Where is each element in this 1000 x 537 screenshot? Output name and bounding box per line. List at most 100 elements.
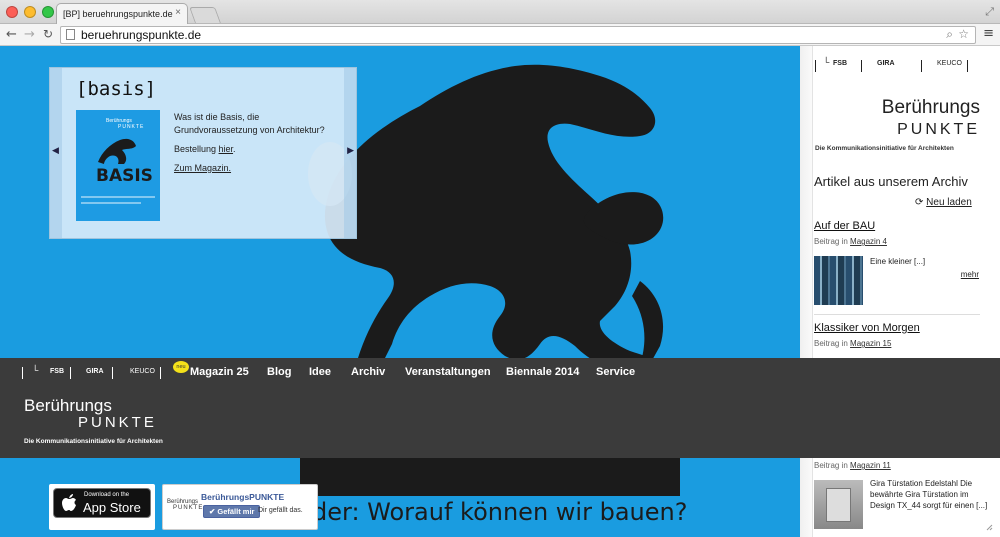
app-store-text: App Store: [83, 500, 141, 515]
order-link[interactable]: hier: [219, 144, 234, 154]
meta-prefix: Beitrag in: [814, 339, 851, 348]
fb-page-logo: Berührungs PUNKTE: [167, 499, 203, 511]
sidebar-logo-tagline: Die Kommunikationsinitiative für Archite…: [815, 145, 954, 152]
menu-icon[interactable]: ≡: [983, 26, 994, 41]
separator: [112, 367, 113, 379]
facebook-like-box: Berührungs PUNKTE BerührungsPUNKTE ✔ Gef…: [162, 484, 318, 530]
basis-description: Was ist die Basis, die Grundvoraussetzun…: [174, 111, 344, 181]
browser-toolbar: ← → ↻ beruehrungspunkte.de ⌕ ☆ ≡: [0, 24, 1000, 46]
nav-blog[interactable]: Blog: [267, 366, 291, 378]
refresh-icon[interactable]: ⟳: [915, 197, 923, 208]
separator: [22, 367, 23, 379]
browser-tab[interactable]: [BP] beruehrungspunkte.de ×: [56, 3, 188, 25]
scroll-resize-icon[interactable]: [985, 510, 994, 532]
fsb-logo-mark: └: [823, 57, 830, 67]
address-bar[interactable]: beruehrungspunkte.de ⌕ ☆: [60, 26, 976, 44]
fullscreen-icon[interactable]: ⤢: [985, 5, 994, 19]
hero-subline: der: Worauf können wir bauen?: [312, 498, 688, 526]
article-meta: Beitrag in Magazin 11: [814, 461, 891, 470]
fb-you-like-text: Dir gefällt das.: [258, 507, 303, 514]
article-magazine-link[interactable]: Magazin 15: [850, 339, 891, 348]
sidebar-logo-line2[interactable]: PUNKTE: [897, 121, 980, 139]
fb-like-button[interactable]: ✔ Gefällt mir: [203, 505, 261, 518]
site-logo-tagline: Die Kommunikationsinitiative für Archite…: [24, 438, 163, 445]
separator: [815, 60, 816, 72]
basis-title: [basis]: [76, 78, 157, 100]
minimize-window-button[interactable]: [24, 6, 36, 18]
apple-icon: [62, 494, 76, 511]
archive-heading: Artikel aus unserem Archiv: [814, 174, 968, 189]
article-meta: Beitrag in Magazin 15: [814, 339, 891, 348]
to-magazine-link[interactable]: Zum Magazin.: [174, 163, 231, 173]
sidebar-partner-logos: └ FSB GIRA KEUCO: [813, 57, 1000, 72]
app-store-button[interactable]: Download on the App Store: [53, 488, 151, 518]
order-suffix: .: [233, 144, 236, 154]
forward-button[interactable]: →: [24, 27, 35, 42]
cover-line: [81, 202, 141, 204]
basis-teaser-card: ◀ ▶ [basis] Berührungs PUNKTE BASIS Was …: [49, 67, 357, 239]
carousel-next-icon[interactable]: ▶: [347, 146, 354, 156]
site-logo-line2[interactable]: PUNKTE: [78, 414, 157, 431]
carousel-prev-icon[interactable]: ◀: [52, 146, 59, 156]
close-window-button[interactable]: [6, 6, 18, 18]
gira-logo[interactable]: GIRA: [877, 60, 895, 67]
keuco-logo[interactable]: KEUCO: [937, 60, 962, 67]
separator: [160, 367, 161, 379]
article-magazine-link[interactable]: Magazin 11: [850, 461, 891, 470]
maximize-window-button[interactable]: [42, 6, 54, 18]
tab-title: [BP] beruehrungspunkte.de: [63, 9, 173, 19]
article-thumbnail[interactable]: [814, 480, 863, 529]
page-icon: [66, 29, 75, 40]
nav-biennale-2014[interactable]: Biennale 2014: [506, 366, 579, 378]
new-badge: neu: [173, 361, 189, 373]
divider: [814, 314, 980, 315]
article-excerpt: Eine kleiner [...]: [870, 257, 926, 266]
back-button[interactable]: ←: [6, 27, 17, 42]
app-store-small-text: Download on the: [84, 492, 130, 498]
separator: [861, 60, 862, 72]
reload-button[interactable]: ↻: [43, 27, 53, 41]
cover-lion-icon: [98, 138, 136, 164]
article-excerpt: Gira Türstation Edelstahl Die bewährte G…: [870, 479, 988, 510]
separator: [921, 60, 922, 72]
cover-title: BASIS: [96, 166, 153, 186]
meta-prefix: Beitrag in: [814, 237, 851, 246]
fsb-logo[interactable]: FSB: [50, 368, 64, 375]
sidebar-logo-line1[interactable]: Berührungs: [882, 97, 980, 119]
gira-logo[interactable]: GIRA: [86, 368, 104, 375]
basis-intro-text: Was ist die Basis, die Grundvoraussetzun…: [174, 112, 325, 135]
close-tab-icon[interactable]: ×: [175, 7, 181, 18]
fsb-logo[interactable]: FSB: [833, 60, 847, 67]
order-line: Bestellung hier.: [174, 143, 344, 156]
star-icon[interactable]: ☆: [958, 27, 969, 41]
site-logo-line1[interactable]: Berührungs: [24, 396, 112, 416]
cover-line: [81, 196, 155, 198]
meta-prefix: Beitrag in: [814, 461, 851, 470]
fb-page-name[interactable]: BerührungsPUNKTE: [201, 492, 284, 502]
article-title[interactable]: Auf der BAU: [814, 220, 875, 232]
keuco-logo[interactable]: KEUCO: [130, 368, 155, 375]
app-store-badge[interactable]: Download on the App Store: [49, 484, 155, 530]
new-tab-button[interactable]: [189, 7, 221, 23]
nav-idee[interactable]: Idee: [309, 366, 331, 378]
fsb-logo-mark: └: [32, 365, 39, 375]
search-icon[interactable]: ⌕: [946, 27, 953, 42]
sidebar-content: └ FSB GIRA KEUCO Berührungs PUNKTE Die K…: [813, 46, 1000, 537]
reload-articles[interactable]: ⟳ Neu laden: [915, 197, 972, 208]
more-link[interactable]: mehr: [961, 270, 979, 279]
sidebar-edge: [800, 46, 813, 537]
nav-archiv[interactable]: Archiv: [351, 366, 385, 378]
browser-tab-bar: [BP] beruehrungspunkte.de × ⤢: [0, 0, 1000, 25]
article-title[interactable]: Klassiker von Morgen: [814, 322, 920, 334]
main-navigation: └ FSB GIRA KEUCO neu Magazin 25 Blog Ide…: [0, 358, 1000, 458]
door-station-image: [826, 488, 851, 522]
nav-service[interactable]: Service: [596, 366, 635, 378]
reload-link[interactable]: Neu laden: [926, 197, 972, 208]
nav-veranstaltungen[interactable]: Veranstaltungen: [405, 366, 491, 378]
article-thumbnail[interactable]: [814, 256, 863, 305]
order-prefix: Bestellung: [174, 144, 219, 154]
magazine-cover-image[interactable]: Berührungs PUNKTE BASIS: [76, 110, 160, 221]
nav-magazin-25[interactable]: Magazin 25: [190, 366, 249, 378]
article-magazine-link[interactable]: Magazin 4: [850, 237, 887, 246]
article-meta: Beitrag in Magazin 4: [814, 237, 887, 246]
